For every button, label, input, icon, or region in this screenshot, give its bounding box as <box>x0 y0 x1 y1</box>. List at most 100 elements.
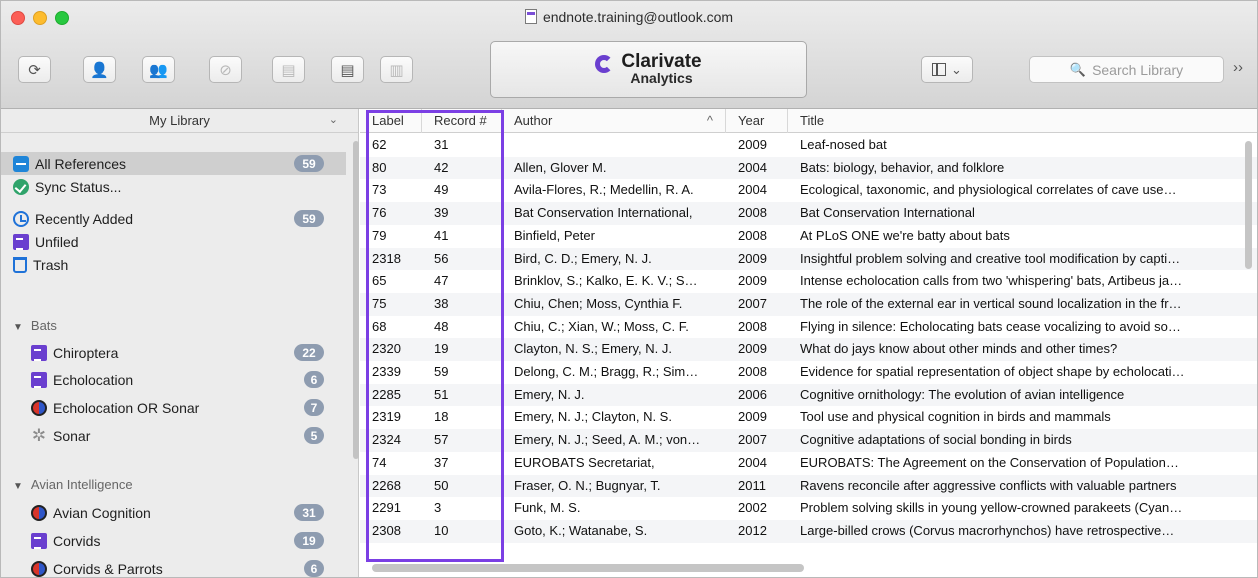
sync-status-icon <box>13 178 29 195</box>
sidebar-item-all-references[interactable]: All References 59 <box>1 152 346 175</box>
cell-title: Ecological, taxonomic, and physiological… <box>800 182 1177 198</box>
cell-record: 38 <box>434 295 449 311</box>
cell-record: 50 <box>434 477 449 493</box>
cell-record: 19 <box>434 341 449 357</box>
cell-label: 2268 <box>372 477 401 493</box>
find-full-text-button[interactable]: ⊘ <box>209 56 242 83</box>
table-row[interactable]: 65 47 Brinklov, S.; Kalko, E. K. V.; S… 200… <box>360 270 1257 293</box>
table-row[interactable]: 62 31 2009 Leaf-nosed bat <box>360 134 1257 157</box>
reference-list: Label Record # Author ^ Year Title 62 31 2… <box>360 109 1257 577</box>
clarivate-brand-panel[interactable]: Clarivate Analytics <box>490 41 807 98</box>
cell-label: 2291 <box>372 500 401 516</box>
table-row[interactable]: 2324 57 Emery, N. J.; Seed, A. M.; von… 200… <box>360 429 1257 452</box>
cell-title: Bats: biology, behavior, and folklore <box>800 159 1005 175</box>
find-full-text-icon: ⊘ <box>219 61 232 79</box>
cell-year: 2007 <box>738 295 767 311</box>
table-row[interactable]: 2320 19 Clayton, N. S.; Emery, N. J. 2009 Wh… <box>360 338 1257 361</box>
layout-menu-button[interactable]: ⌄ <box>921 56 973 83</box>
sidebar-item-sonar[interactable]: ✲ Sonar 5 <box>1 424 346 447</box>
count-badge: 5 <box>304 427 324 444</box>
sidebar-item-unfiled[interactable]: Unfiled <box>1 230 346 253</box>
new-reference-button[interactable]: ▤ <box>331 56 364 83</box>
library-selector[interactable]: My Library ⌄ <box>1 109 358 133</box>
cell-record: 31 <box>434 137 449 152</box>
brand-name: Clarivate <box>621 50 702 72</box>
cell-title: The role of the external ear in vertical… <box>800 295 1182 311</box>
cell-label: 80 <box>372 159 387 175</box>
disclosure-triangle-icon: ▼ <box>13 322 23 333</box>
brand-subtitle: Analytics <box>630 69 693 86</box>
sidebar-scrollbar[interactable] <box>353 141 359 459</box>
sync-button[interactable]: ⟳ <box>18 56 51 83</box>
table-row[interactable]: 68 48 Chiu, C.; Xian, W.; Moss, C. F. 2008 F… <box>360 316 1257 339</box>
table-row[interactable]: 2291 3 Funk, M. S. 2002 Problem solving skil… <box>360 497 1257 520</box>
table-row[interactable]: 80 42 Allen, Glover M. 2004 Bats: biology, b… <box>360 156 1257 180</box>
column-header-author[interactable]: Author ^ <box>502 109 726 133</box>
sidebar-item-avian-cognition[interactable]: Avian Cognition 31 <box>1 501 346 524</box>
cell-title: Cognitive adaptations of social bonding … <box>800 432 1072 448</box>
group-set-bats[interactable]: ▼ Bats <box>13 318 57 333</box>
sidebar-item-trash[interactable]: Trash <box>1 253 346 276</box>
disclosure-triangle-icon: ▼ <box>13 481 23 492</box>
sort-ascending-icon: ^ <box>706 113 713 128</box>
export-button[interactable]: ▤ <box>272 56 305 83</box>
cell-label: 74 <box>372 454 387 470</box>
cell-author: Emery, N. J. <box>514 386 585 402</box>
count-badge: 19 <box>294 532 324 549</box>
table-row[interactable]: 2339 59 Delong, C. M.; Bragg, R.; Sim… 2008… <box>360 361 1257 384</box>
search-library-field[interactable]: 🔍 Search Library <box>1029 56 1224 83</box>
group-set-avian-intelligence[interactable]: ▼ Avian Intelligence <box>13 477 133 492</box>
cell-title: EUROBATS: The Agreement on the Conservat… <box>800 454 1179 470</box>
column-header-record[interactable]: Record # <box>422 109 502 133</box>
cell-year: 2007 <box>738 432 767 448</box>
title-toolbar: endnote.training@outlook.com ⟳ 👤 👥 ⊘ ▤ ▤… <box>1 1 1257 109</box>
cell-label: 73 <box>372 182 387 198</box>
smart-group-icon <box>31 504 47 521</box>
table-row[interactable]: 74 37 EUROBATS Secretariat, 2004 EUROBATS: T… <box>360 452 1257 475</box>
sidebar-item-corvids-parrots[interactable]: Corvids & Parrots 6 <box>1 557 346 577</box>
cell-record: 18 <box>434 409 449 425</box>
sidebar-item-echolocation-or-sonar[interactable]: Echolocation OR Sonar 7 <box>1 396 346 419</box>
table-row[interactable]: 2319 18 Emery, N. J.; Clayton, N. S. 2009 To… <box>360 406 1257 429</box>
sidebar-item-corvids[interactable]: Corvids 19 <box>1 529 346 552</box>
cell-author: Emery, N. J.; Clayton, N. S. <box>514 409 672 425</box>
toolbar-overflow-button[interactable]: ›› <box>1233 59 1243 76</box>
search-icon: 🔍 <box>1069 61 1087 77</box>
cell-year: 2009 <box>738 137 767 152</box>
cell-title: What do jays know about other minds and … <box>800 341 1118 357</box>
gear-icon: ✲ <box>31 425 47 445</box>
table-row[interactable]: 79 41 Binfield, Peter 2008 At PLoS ONE we're… <box>360 225 1257 248</box>
sidebar-item-recently-added[interactable]: Recently Added 59 <box>1 207 346 230</box>
cell-author: Funk, M. S. <box>514 500 581 516</box>
table-row[interactable]: 2318 56 Bird, C. D.; Emery, N. J. 2009 Insig… <box>360 247 1257 271</box>
table-row[interactable]: 2268 50 Fraser, O. N.; Bugnyar, T. 2011 Rave… <box>360 474 1257 498</box>
table-row[interactable]: 76 39 Bat Conservation International, 2008 B… <box>360 202 1257 225</box>
table-row[interactable]: 2308 10 Goto, K.; Watanabe, S. 2012 Large-bi… <box>360 519 1257 543</box>
cell-author: Binfield, Peter <box>514 227 595 243</box>
table-row[interactable]: 73 49 Avila-Flores, R.; Medellin, R. A. 200… <box>360 179 1257 202</box>
cell-label: 68 <box>372 318 387 334</box>
sidebar-item-chiroptera[interactable]: Chiroptera 22 <box>1 341 346 364</box>
shared-group-button[interactable]: 👥 <box>142 56 175 83</box>
cell-label: 2339 <box>372 364 401 379</box>
clarivate-logo-icon <box>595 54 614 73</box>
table-row[interactable]: 75 38 Chiu, Chen; Moss, Cynthia F. 2007 The … <box>360 292 1257 316</box>
vertical-scrollbar[interactable] <box>1245 141 1252 269</box>
cell-year: 2002 <box>738 500 767 516</box>
column-header-year[interactable]: Year <box>726 109 788 133</box>
column-header-label[interactable]: Label <box>360 109 422 133</box>
unfiled-icon <box>13 233 29 250</box>
column-header-title[interactable]: Title <box>788 109 1257 133</box>
cell-year: 2008 <box>738 318 767 334</box>
cell-title: Problem solving skills in young yellow-c… <box>800 500 1183 516</box>
sidebar-item-echolocation[interactable]: Echolocation 6 <box>1 368 346 391</box>
table-row[interactable]: 2285 51 Emery, N. J. 2006 Cognitive ornithol… <box>360 383 1257 407</box>
sidebar-item-sync-status[interactable]: Sync Status... <box>1 175 346 198</box>
sync-icon: ⟳ <box>28 61 41 79</box>
insert-citation-button[interactable]: ▥ <box>380 56 413 83</box>
horizontal-scrollbar[interactable] <box>372 564 804 572</box>
share-library-button[interactable]: 👤 <box>83 56 116 83</box>
cell-label: 75 <box>372 295 387 311</box>
cell-year: 2004 <box>738 182 767 198</box>
count-badge: 31 <box>294 504 324 521</box>
